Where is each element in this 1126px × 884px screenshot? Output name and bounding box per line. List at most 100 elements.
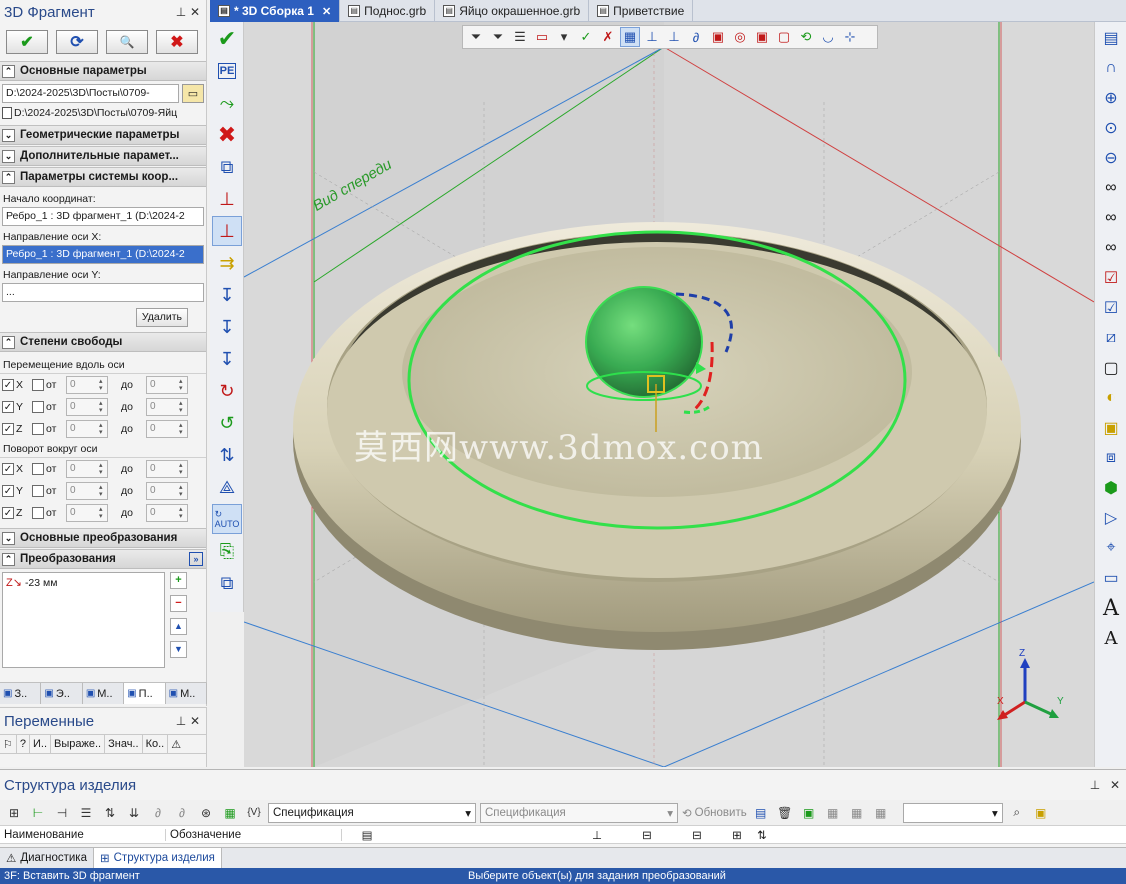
- document-tab[interactable]: ▤ Приветствие: [589, 0, 694, 22]
- panel-tab[interactable]: ▣ Э..: [41, 683, 83, 704]
- panel-tab[interactable]: ▣ П..: [124, 683, 166, 704]
- report-icon[interactable]: ▤: [751, 803, 771, 823]
- preview-button[interactable]: 🔍: [106, 30, 148, 54]
- tree-icon[interactable]: ⊞: [4, 803, 24, 823]
- list-icon[interactable]: ☰: [76, 803, 96, 823]
- 3d-viewport[interactable]: Вид спереди 莫西网www.3dmox.com Z X Y: [244, 22, 1094, 767]
- axis-checkbox[interactable]: ✓: [2, 507, 14, 519]
- from-spinner[interactable]: 0: [66, 398, 108, 416]
- rotate-y-icon[interactable]: ↺: [212, 408, 242, 438]
- folder-icon[interactable]: ▭: [182, 84, 204, 103]
- limit-checkbox[interactable]: [32, 423, 44, 435]
- column-name[interactable]: Наименование: [0, 828, 166, 841]
- section-icon[interactable]: ⧈: [1097, 444, 1125, 472]
- filter-select-icon[interactable]: ⏷: [488, 27, 508, 47]
- wedge-icon[interactable]: ▷: [1097, 504, 1125, 532]
- shell-icon[interactable]: ◡: [818, 27, 838, 47]
- sphere-icon[interactable]: ◐: [1097, 384, 1125, 412]
- yellow-cube-icon[interactable]: ▣: [1097, 414, 1125, 442]
- target-icon[interactable]: ⊛: [196, 803, 216, 823]
- panel-tab[interactable]: ▣ М..: [83, 683, 125, 704]
- cube-icon[interactable]: ▢: [1097, 354, 1125, 382]
- from-spinner[interactable]: 0: [66, 376, 108, 394]
- pin-icon[interactable]: ⊥: [1088, 778, 1102, 792]
- zoom-window-icon[interactable]: ⊙: [1097, 114, 1125, 142]
- variables-column[interactable]: Ко..: [143, 735, 169, 753]
- panel-tab[interactable]: ▣ З..: [0, 683, 42, 704]
- close-icon[interactable]: ✕: [1108, 778, 1122, 792]
- camera-icon[interactable]: ▭: [1097, 564, 1125, 592]
- copy-icon[interactable]: ⧉: [212, 568, 242, 598]
- remove-icon[interactable]: −: [170, 595, 187, 612]
- select-check-icon[interactable]: ✓: [576, 27, 596, 47]
- section-main-params[interactable]: ⌃ Основные параметры: [0, 61, 206, 81]
- plane-icon[interactable]: ⧄: [1097, 324, 1125, 352]
- filter-list-icon[interactable]: ☰: [510, 27, 530, 47]
- column-icon[interactable]: ⊥: [572, 828, 622, 842]
- triad-icon[interactable]: ⟁: [212, 472, 242, 502]
- move-down-icon[interactable]: ▼: [170, 641, 187, 658]
- origin-field[interactable]: Ребро_1 : 3D фрагмент_1 (D:\2024-2: [2, 207, 204, 226]
- collapse-icon[interactable]: ⌃: [2, 64, 15, 78]
- document-tab[interactable]: ▤ * 3D Сборка 1 ✕: [210, 0, 341, 22]
- table3-icon[interactable]: ▦: [871, 803, 891, 823]
- edge-select-icon[interactable]: ⊥: [642, 27, 662, 47]
- move-up-icon[interactable]: ▲: [170, 618, 187, 635]
- excel-icon[interactable]: ▣: [799, 803, 819, 823]
- properties-icon[interactable]: PE: [212, 56, 242, 86]
- section-main-transforms[interactable]: ⌄ Основные преобразования: [0, 528, 206, 548]
- color-filter-icon[interactable]: ▭: [532, 27, 552, 47]
- coord-system-active-icon[interactable]: ⊥: [212, 216, 242, 246]
- file-item[interactable]: D:\2024-2025\3D\Посты\0709-Яйц: [0, 103, 206, 123]
- variables-column[interactable]: Знач..: [105, 735, 143, 753]
- check-cube2-icon[interactable]: ☑: [1097, 294, 1125, 322]
- axis-checkbox[interactable]: ✓: [2, 423, 14, 435]
- document-tab[interactable]: ▤ Яйцо окрашенное.grb: [435, 0, 590, 22]
- auto-icon[interactable]: ↻ AUTO: [212, 504, 242, 534]
- axis-2-icon[interactable]: ↧: [212, 312, 242, 342]
- limit-checkbox[interactable]: [32, 485, 44, 497]
- variables-column[interactable]: И..: [30, 735, 52, 753]
- zoom-in-icon[interactable]: ⊕: [1097, 84, 1125, 112]
- magnet-icon[interactable]: ∩: [1097, 54, 1125, 82]
- column-icon[interactable]: ▤: [342, 828, 392, 842]
- component-icon[interactable]: ▢: [774, 27, 794, 47]
- glasses-view-icon[interactable]: ∞: [1097, 234, 1125, 262]
- path-icon[interactable]: ⟲: [796, 27, 816, 47]
- move-x-icon[interactable]: ⇉: [212, 248, 242, 278]
- zoom-out-icon[interactable]: ⊖: [1097, 144, 1125, 172]
- column-icon[interactable]: ⊟: [622, 828, 672, 842]
- axis-y-field[interactable]: ...: [2, 283, 204, 302]
- grid-icon[interactable]: ▦: [220, 803, 240, 823]
- sort-down-icon[interactable]: ⇊: [124, 803, 144, 823]
- unlink-icon[interactable]: ∂: [172, 803, 192, 823]
- column-icon[interactable]: ⊞: [722, 828, 752, 842]
- limit-checkbox[interactable]: [32, 379, 44, 391]
- section-geom-params[interactable]: ⌄ Геометрические параметры: [0, 125, 206, 145]
- collapse-icon[interactable]: ⌃: [2, 170, 15, 184]
- from-spinner[interactable]: 0: [66, 482, 108, 500]
- variables-column[interactable]: Выраже..: [51, 735, 106, 753]
- search-icon[interactable]: ⌕: [1007, 803, 1027, 823]
- to-spinner[interactable]: 0: [146, 420, 188, 438]
- link-icon[interactable]: ∂: [148, 803, 168, 823]
- to-spinner[interactable]: 0: [146, 504, 188, 522]
- bottom-tab[interactable]: ⊞ Структура изделия: [93, 848, 222, 868]
- insert-icon[interactable]: ⎘: [212, 536, 242, 566]
- add-node-icon[interactable]: ⊢: [28, 803, 48, 823]
- section-dof[interactable]: ⌃ Степени свободы: [0, 332, 206, 352]
- pin-icon[interactable]: ⊥: [174, 5, 188, 19]
- dropdown-icon[interactable]: ▾: [554, 27, 574, 47]
- part-icon[interactable]: ▣: [752, 27, 772, 47]
- axis-1-icon[interactable]: ↧: [212, 280, 242, 310]
- close-tab-icon[interactable]: ✕: [322, 5, 331, 18]
- filter-icon[interactable]: ⏷: [466, 27, 486, 47]
- expand-all-icon[interactable]: »: [189, 552, 203, 566]
- to-spinner[interactable]: 0: [146, 376, 188, 394]
- pin-icon[interactable]: ⊥: [174, 714, 188, 728]
- list-item[interactable]: Z↘ -23 мм: [6, 576, 161, 590]
- axis-checkbox[interactable]: ✓: [2, 485, 14, 497]
- curve-icon[interactable]: ∂: [686, 27, 706, 47]
- expand-icon[interactable]: ⌄: [2, 531, 15, 545]
- local-cs-icon[interactable]: ⊹: [840, 27, 860, 47]
